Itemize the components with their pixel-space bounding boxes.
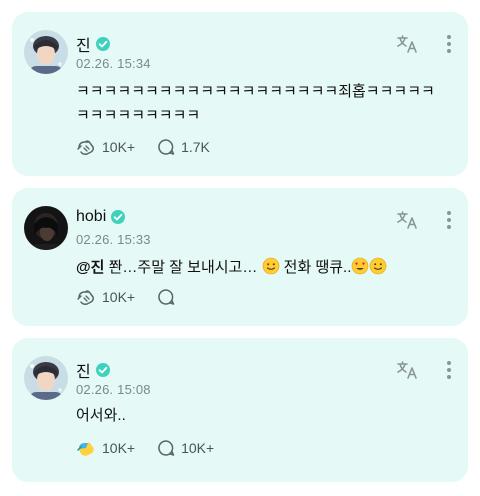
post-text-part: 전화 땡큐.. bbox=[279, 259, 352, 276]
heart-eyes-emoji-icon bbox=[352, 257, 369, 275]
post-text: @진 쫜…주말 잘 보내시고… 전화 땡큐.. bbox=[76, 256, 444, 280]
post-author[interactable]: 진 bbox=[76, 358, 111, 382]
comment-button[interactable]: 1.7K bbox=[157, 138, 210, 156]
like-button[interactable]: 10K+ bbox=[76, 288, 135, 306]
like-hands-icon bbox=[77, 140, 94, 155]
author-name[interactable]: 진 bbox=[76, 32, 91, 56]
comment-count: 1.7K bbox=[181, 139, 210, 155]
like-count: 10K+ bbox=[102, 139, 136, 155]
more-vertical-icon[interactable] bbox=[446, 360, 452, 380]
mention-link[interactable]: @진 bbox=[76, 259, 104, 276]
post-timestamp: 02.26. 15:34 bbox=[76, 56, 151, 71]
author-name[interactable]: 진 bbox=[76, 358, 91, 382]
comment-bubble-icon bbox=[158, 139, 175, 155]
like-hands-filled-icon bbox=[77, 442, 94, 456]
post-timestamp: 02.26. 15:08 bbox=[76, 382, 151, 397]
like-count: 10K+ bbox=[102, 440, 136, 456]
comment-bubble-icon bbox=[158, 440, 175, 456]
slight-smile-emoji-icon bbox=[370, 257, 387, 275]
post-card[interactable]: 진 02.26. 15:08 어서와.. 10K+ 10K+ bbox=[12, 338, 468, 482]
more-vertical-icon[interactable] bbox=[446, 34, 452, 54]
like-button[interactable]: 10K+ bbox=[76, 439, 135, 457]
slight-smile-emoji-icon bbox=[262, 257, 279, 275]
like-count: 10K+ bbox=[102, 289, 136, 305]
author-avatar[interactable] bbox=[24, 30, 68, 74]
author-name[interactable]: hobi bbox=[76, 208, 106, 226]
like-button[interactable]: 10K+ bbox=[76, 138, 135, 156]
comment-bubble-icon bbox=[158, 289, 175, 305]
comment-button[interactable]: 10K+ bbox=[157, 439, 214, 457]
post-actions: 10K+ bbox=[76, 288, 175, 306]
comment-button[interactable] bbox=[157, 288, 175, 306]
verified-badge-icon bbox=[95, 37, 110, 51]
post-actions: 10K+ 10K+ bbox=[76, 439, 214, 457]
like-hands-icon bbox=[77, 290, 94, 305]
translate-icon[interactable] bbox=[396, 210, 418, 230]
verified-badge-icon bbox=[95, 363, 110, 377]
more-vertical-icon[interactable] bbox=[446, 210, 452, 230]
verified-badge-icon bbox=[111, 210, 126, 224]
comment-count: 10K+ bbox=[181, 440, 215, 456]
author-avatar[interactable] bbox=[24, 356, 68, 400]
translate-icon[interactable] bbox=[396, 360, 418, 380]
post-card[interactable]: hobi 02.26. 15:33 @진 쫜…주말 잘 보내시고… 전화 땡큐.… bbox=[12, 188, 468, 326]
post-card[interactable]: 진 02.26. 15:34 ㅋㅋㅋㅋㅋㅋㅋㅋㅋㅋㅋㅋㅋㅋㅋㅋㅋㅋㅋ죄홉ㅋㅋㅋㅋ… bbox=[12, 12, 468, 176]
post-author[interactable]: 진 bbox=[76, 32, 111, 56]
post-actions: 10K+ 1.7K bbox=[76, 138, 210, 156]
post-timestamp: 02.26. 15:33 bbox=[76, 232, 151, 247]
post-text-part: 쫜…주말 잘 보내시고… bbox=[104, 259, 262, 276]
post-text: 어서와.. bbox=[76, 407, 126, 424]
author-avatar[interactable] bbox=[24, 206, 68, 250]
translate-icon[interactable] bbox=[396, 34, 418, 54]
post-text: ㅋㅋㅋㅋㅋㅋㅋㅋㅋㅋㅋㅋㅋㅋㅋㅋㅋㅋㅋ죄홉ㅋㅋㅋㅋㅋㅋㅋㅋㅋㅋㅋㅋㅋㅋ bbox=[76, 83, 435, 124]
post-author[interactable]: hobi bbox=[76, 208, 126, 226]
